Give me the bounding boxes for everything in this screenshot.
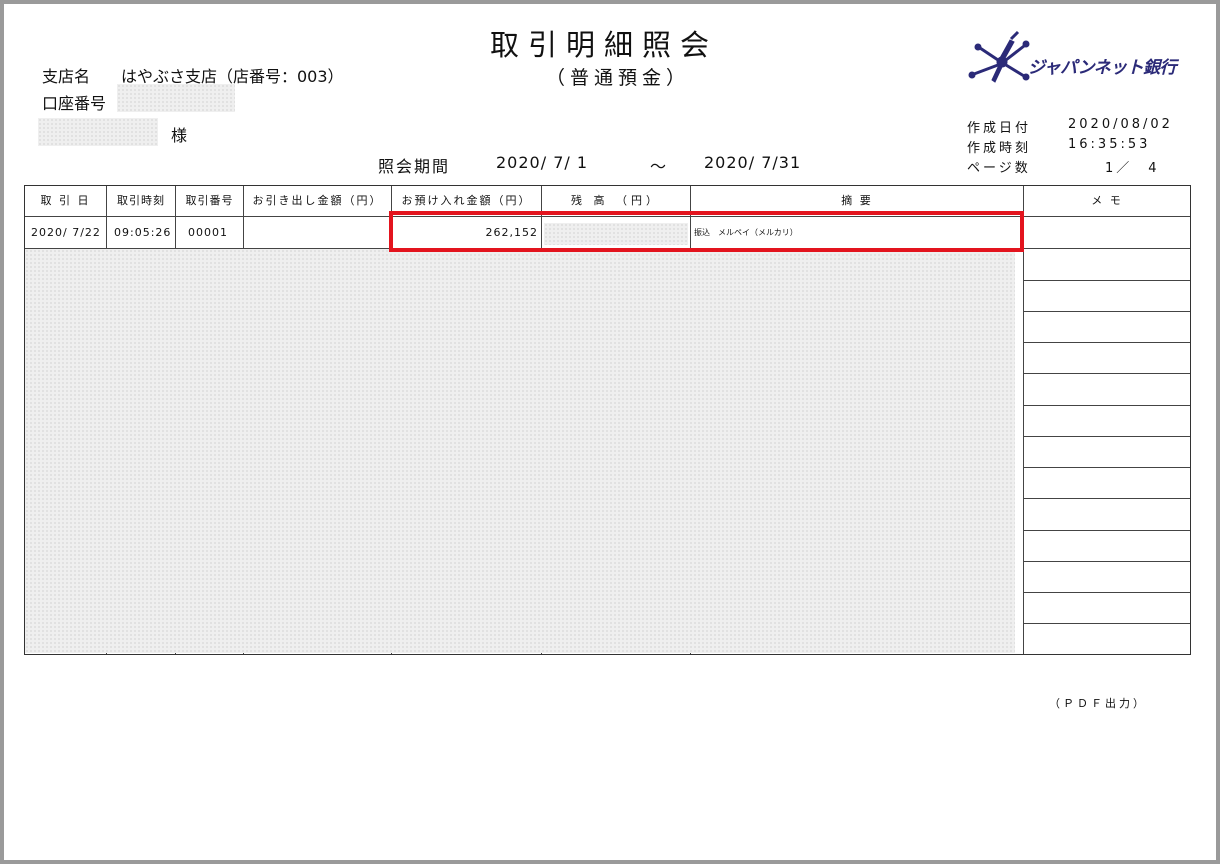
account-number-label: 口座番号 [42, 94, 107, 113]
row-withdrawal [244, 217, 389, 248]
period-separator: ～ [650, 157, 667, 176]
pdf-output-note: （ＰＤＦ出力） [1049, 697, 1147, 710]
account-holder-redacted [38, 118, 158, 146]
memo-row-line [1023, 405, 1190, 406]
memo-row-line [1023, 467, 1190, 468]
memo-row-line [1023, 342, 1190, 343]
row-date: 2020/ 7/22 [31, 226, 101, 239]
row-number: 00001 [188, 226, 228, 239]
memo-row-line [1023, 311, 1190, 312]
period-to: 2020/ 7/31 [704, 153, 802, 172]
header-withdrawal: お引き出し金額（円） [252, 194, 383, 207]
header-number: 取引番号 [185, 194, 234, 207]
page-count-value: 1／ 4 [1105, 161, 1160, 176]
header-date: 取 引 日 [40, 194, 91, 207]
memo-row-line [1023, 436, 1190, 437]
header-time: 取引時刻 [117, 194, 165, 207]
honorific: 様 [171, 126, 188, 145]
created-date-label: 作成日付 [967, 121, 1032, 136]
row-time: 09:05:26 [114, 226, 172, 239]
memo-row-line [1023, 561, 1190, 562]
bank-name: ジャパンネット銀行 [1028, 58, 1177, 78]
memo-row-line [1023, 498, 1190, 499]
period-from: 2020/ 7/ 1 [496, 153, 589, 172]
memo-row-line [1023, 592, 1190, 593]
branch-label: 支店名 [42, 67, 91, 86]
memo-row-line [1023, 623, 1190, 624]
header-memo: メ モ [1091, 194, 1123, 207]
memo-row-line [1023, 373, 1190, 374]
memo-row-line [1023, 280, 1190, 281]
redacted-rows [25, 249, 1015, 653]
created-time-value: 16:35:53 [1068, 137, 1151, 152]
account-number-redacted [117, 84, 235, 112]
memo-row-line [1023, 530, 1190, 531]
period-label: 照会期間 [378, 157, 451, 176]
deposit-highlight-box [389, 211, 1024, 252]
page-subtitle: （普通預金） [546, 67, 691, 89]
created-date-value: 2020/08/02 [1068, 117, 1173, 132]
page-title: 取引明細照会 [490, 28, 719, 62]
transaction-table: 取 引 日 取引時刻 取引番号 お引き出し金額（円） お預け入れ金額（円） 残 … [24, 185, 1191, 655]
page-count-label: ページ数 [967, 161, 1031, 176]
dragonfly-icon [968, 30, 1030, 83]
column-divider [1023, 186, 1024, 654]
created-time-label: 作成時刻 [967, 141, 1032, 156]
